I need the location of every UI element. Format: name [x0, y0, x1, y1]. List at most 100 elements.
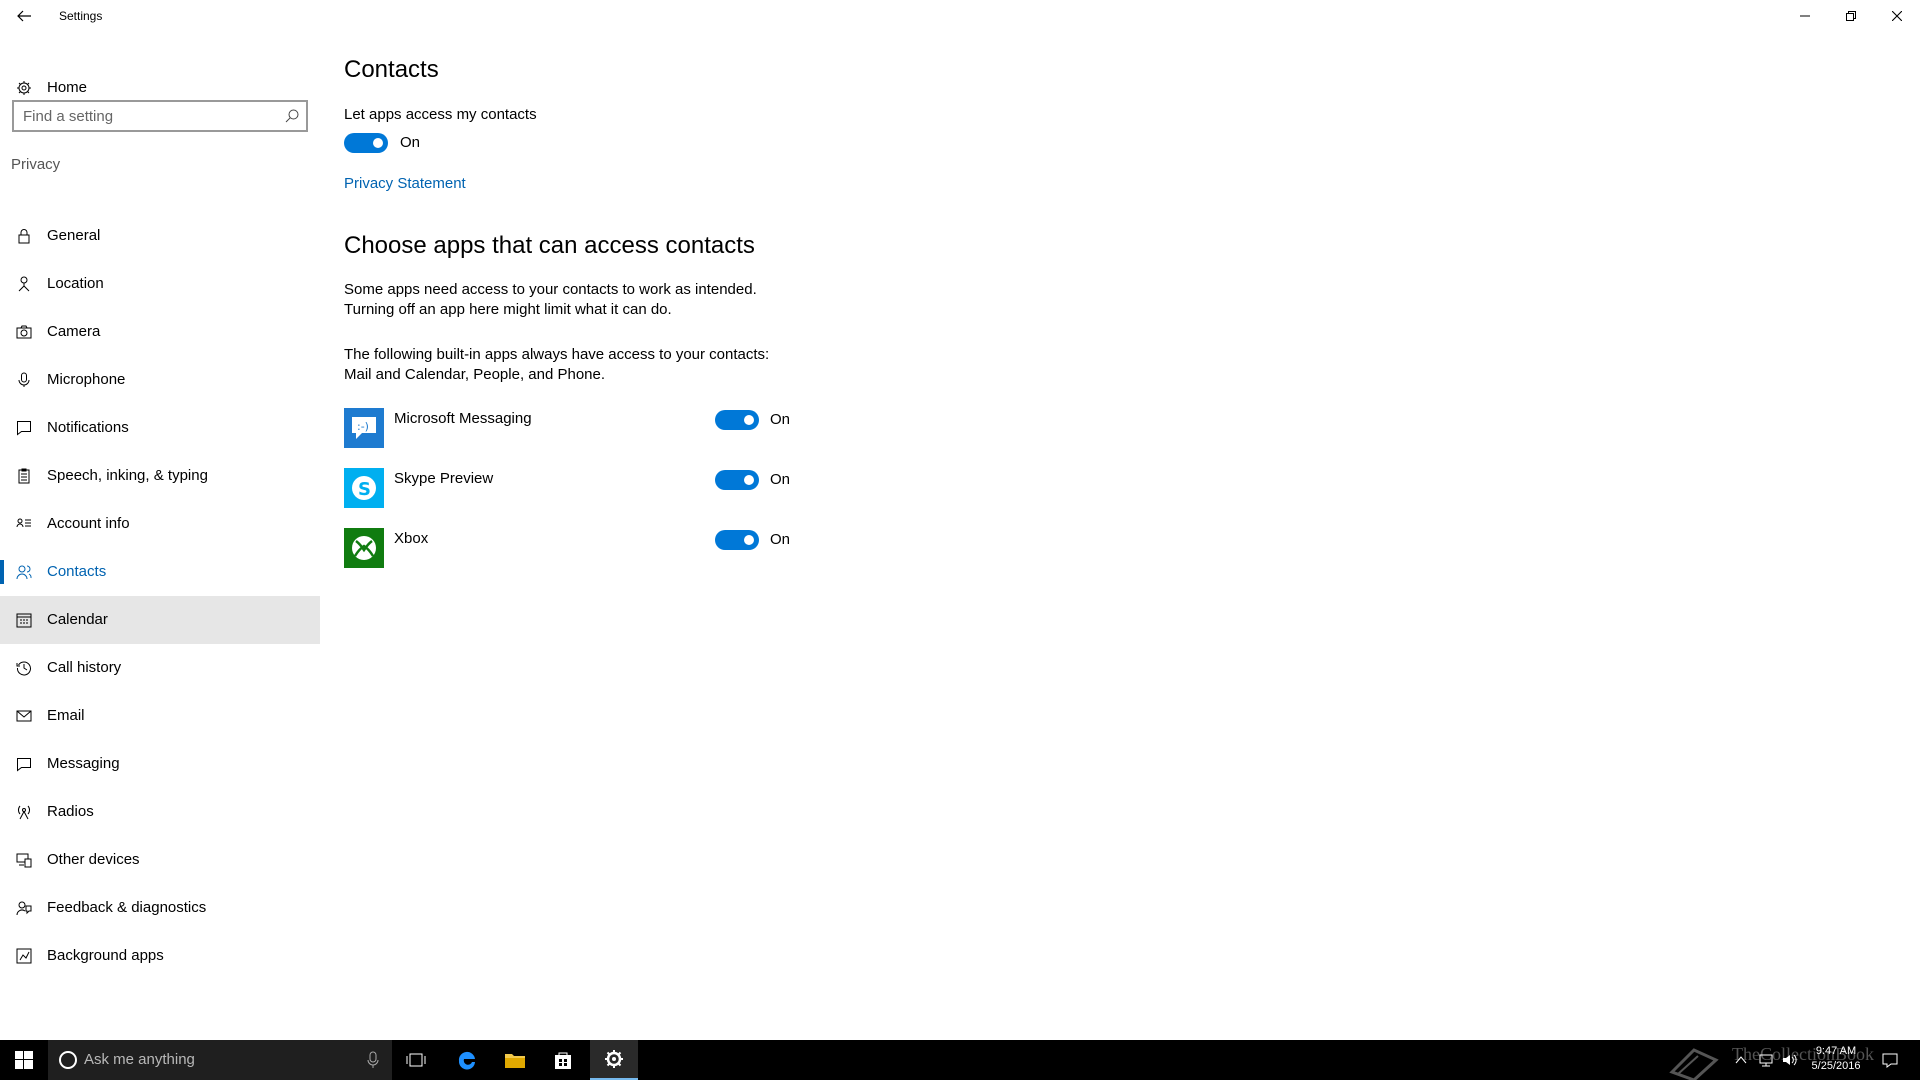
- sidebar-item-location[interactable]: Location: [0, 260, 320, 308]
- sidebar-item-notifications[interactable]: Notifications: [0, 404, 320, 452]
- search-icon[interactable]: [285, 109, 299, 123]
- feedback-icon: [16, 901, 32, 916]
- privacy-nav-list: General Location Camera Microphone Notif…: [0, 212, 320, 980]
- folder-icon: [505, 1054, 525, 1068]
- app-row-xbox: Xbox On: [344, 528, 824, 570]
- restore-icon: [1846, 11, 1856, 21]
- book-logo-icon: [1669, 1048, 1719, 1080]
- sidebar-item-account-info[interactable]: Account info: [0, 500, 320, 548]
- action-center-icon[interactable]: [1882, 1052, 1898, 1068]
- sidebar-home-label: Home: [47, 79, 88, 96]
- skype-preview-toggle[interactable]: [715, 470, 759, 490]
- svg-text::-): :-): [357, 420, 369, 433]
- sidebar-item-label: Email: [47, 707, 85, 724]
- sidebar-item-microphone[interactable]: Microphone: [0, 356, 320, 404]
- cortana-search-box[interactable]: Ask me anything: [48, 1040, 392, 1080]
- taskbar-clock[interactable]: 9:47 AM 5/25/2016: [1800, 1044, 1872, 1074]
- back-button[interactable]: [0, 0, 48, 32]
- toggle-state: On: [770, 471, 791, 488]
- file-explorer-button[interactable]: [491, 1040, 539, 1080]
- sidebar-item-feedback-diagnostics[interactable]: Feedback & diagnostics: [0, 884, 320, 932]
- network-icon[interactable]: [1758, 1052, 1774, 1068]
- sidebar-item-label: Account info: [47, 515, 130, 532]
- restore-button[interactable]: [1828, 0, 1874, 32]
- sidebar-item-speech-inking-typing[interactable]: Speech, inking, & typing: [0, 452, 320, 500]
- volume-icon[interactable]: [1782, 1052, 1798, 1068]
- sidebar-item-label: Speech, inking, & typing: [47, 467, 208, 484]
- microphone-icon[interactable]: [366, 1051, 380, 1069]
- minimize-button[interactable]: [1782, 0, 1828, 32]
- builtin-apps-line: The following built-in apps always have …: [344, 346, 770, 363]
- camera-icon: [16, 325, 32, 339]
- sidebar-item-label: Notifications: [47, 419, 129, 436]
- clock-date: 5/25/2016: [1811, 1060, 1861, 1072]
- title-bar: Settings: [0, 0, 1920, 32]
- cortana-search-placeholder: Ask me anything: [84, 1051, 195, 1068]
- microphone-icon: [18, 372, 30, 387]
- app-row-microsoft-messaging: :-) Microsoft Messaging On: [344, 408, 824, 450]
- back-arrow-icon: [17, 10, 31, 22]
- messaging-smiley-icon: :-): [344, 408, 384, 448]
- edge-browser-button[interactable]: [443, 1040, 491, 1080]
- settings-taskbar-button[interactable]: [590, 1040, 638, 1080]
- window-title: Settings: [59, 9, 103, 23]
- xbox-icon: [344, 528, 384, 568]
- message-icon: [17, 758, 31, 772]
- sidebar-item-label: Camera: [47, 323, 101, 340]
- app-name: Microsoft Messaging: [394, 410, 532, 427]
- app-name: Skype Preview: [394, 470, 494, 487]
- sidebar-item-label: Background apps: [47, 947, 164, 964]
- gear-icon: [605, 1050, 623, 1068]
- sidebar-item-background-apps[interactable]: Background apps: [0, 932, 320, 980]
- privacy-section-label: Privacy: [11, 156, 61, 173]
- sidebar-item-radios[interactable]: Radios: [0, 788, 320, 836]
- radio-tower-icon: [18, 805, 30, 820]
- sidebar-item-messaging[interactable]: Messaging: [0, 740, 320, 788]
- sidebar-item-label: Radios: [47, 803, 94, 820]
- history-icon: [16, 661, 31, 676]
- store-button[interactable]: [539, 1040, 587, 1080]
- edge-icon: [458, 1051, 475, 1070]
- sidebar-item-calendar[interactable]: Calendar: [0, 596, 320, 644]
- sidebar: Home Privacy General Location Camera Mic…: [0, 32, 320, 1039]
- description-line: Turning off an app here might limit what…: [344, 301, 672, 318]
- page-title: Contacts: [344, 56, 439, 83]
- gear-icon: [17, 81, 31, 95]
- sidebar-item-call-history[interactable]: Call history: [0, 644, 320, 692]
- minimize-icon: [1800, 15, 1810, 17]
- find-setting-box[interactable]: [12, 100, 308, 132]
- sidebar-item-label: Calendar: [47, 611, 108, 628]
- sidebar-item-general[interactable]: General: [0, 212, 320, 260]
- chevron-up-icon[interactable]: [1734, 1053, 1748, 1067]
- sidebar-item-camera[interactable]: Camera: [0, 308, 320, 356]
- devices-icon: [16, 853, 32, 868]
- app-row-skype-preview: S Skype Preview On: [344, 468, 824, 510]
- store-bag-icon: [555, 1052, 571, 1069]
- find-setting-input[interactable]: [23, 107, 273, 125]
- choose-apps-heading: Choose apps that can access contacts: [344, 232, 755, 259]
- speech-bubble-icon: [17, 421, 31, 436]
- builtin-apps-line: Mail and Calendar, People, and Phone.: [344, 366, 606, 383]
- microsoft-messaging-toggle[interactable]: [715, 410, 759, 430]
- start-button[interactable]: [0, 1040, 48, 1080]
- account-card-icon: [16, 518, 31, 528]
- contacts-access-toggle[interactable]: [344, 133, 388, 153]
- sidebar-item-label: Messaging: [47, 755, 120, 772]
- sidebar-item-label: General: [47, 227, 101, 244]
- windows-logo-icon: [15, 1051, 33, 1069]
- skype-icon: S: [344, 468, 384, 508]
- mail-icon: [16, 710, 32, 722]
- svg-text:S: S: [358, 479, 371, 500]
- app-name: Xbox: [394, 530, 429, 547]
- sidebar-item-contacts[interactable]: Contacts: [0, 548, 320, 596]
- sidebar-item-label: Feedback & diagnostics: [47, 899, 207, 916]
- xbox-toggle[interactable]: [715, 530, 759, 550]
- sidebar-item-label: Call history: [47, 659, 122, 676]
- close-button[interactable]: [1874, 0, 1920, 32]
- sidebar-item-other-devices[interactable]: Other devices: [0, 836, 320, 884]
- clipboard-icon: [18, 468, 30, 484]
- privacy-statement-link[interactable]: Privacy Statement: [344, 175, 466, 192]
- task-view-button[interactable]: [392, 1040, 440, 1080]
- sidebar-item-label: Contacts: [47, 563, 107, 580]
- sidebar-item-email[interactable]: Email: [0, 692, 320, 740]
